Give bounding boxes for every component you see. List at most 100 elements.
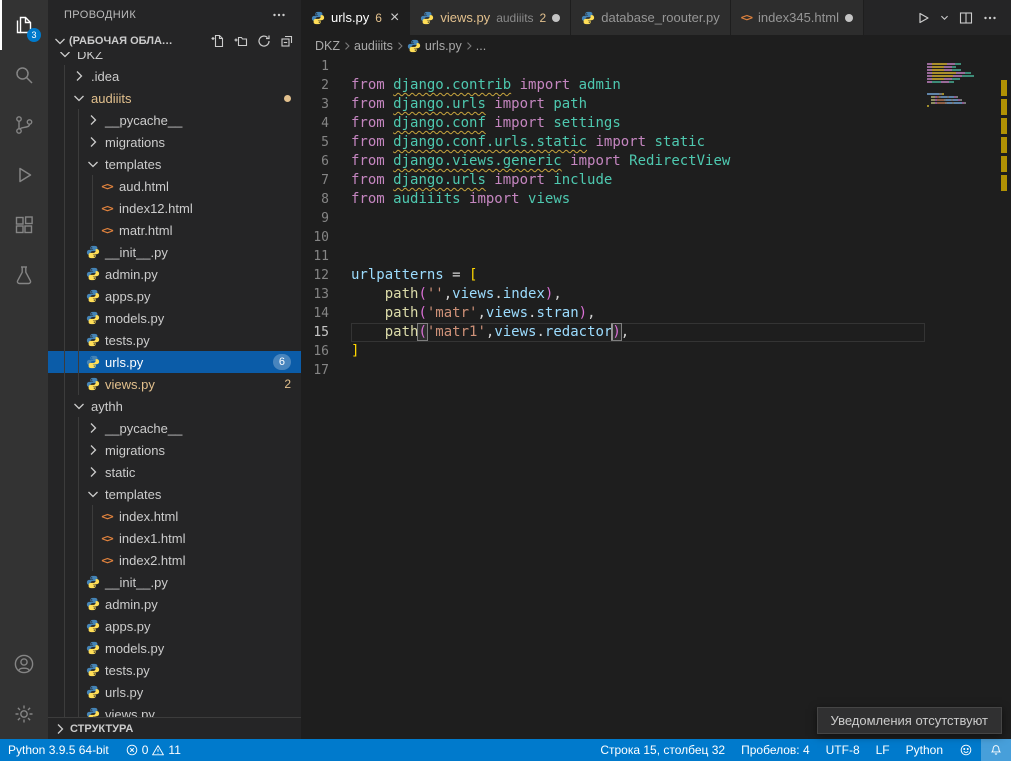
code-line-2[interactable]: 2from django.contrib import admin xyxy=(301,76,925,95)
account-icon[interactable] xyxy=(0,639,48,689)
breadcrumb-item[interactable]: DKZ xyxy=(315,39,340,53)
language-mode-status[interactable]: Python xyxy=(898,739,951,761)
source-control-icon[interactable] xyxy=(0,100,48,150)
new-folder-icon[interactable] xyxy=(231,31,251,51)
code-line-15[interactable]: 15 path('matr1',views.redactor), xyxy=(301,323,925,342)
problems-status[interactable]: 0 11 xyxy=(117,739,189,761)
tree-item-admin.py[interactable]: admin.py xyxy=(48,263,301,285)
tree-item-__init__.py[interactable]: __init__.py xyxy=(48,571,301,593)
search-icon[interactable] xyxy=(0,50,48,100)
code-line-17[interactable]: 17 xyxy=(301,361,925,380)
split-editor-icon[interactable] xyxy=(955,6,977,30)
tree-item-index.html[interactable]: <>index.html xyxy=(48,505,301,527)
python-interpreter-status[interactable]: Python 3.9.5 64-bit xyxy=(0,739,117,761)
collapse-all-icon[interactable] xyxy=(277,31,297,51)
code-line-7[interactable]: 7from django.urls import include xyxy=(301,171,925,190)
code-line-12[interactable]: 12urlpatterns = [ xyxy=(301,266,925,285)
encoding-status[interactable]: UTF-8 xyxy=(818,739,868,761)
indent-guide xyxy=(56,527,70,549)
settings-gear-icon[interactable] xyxy=(0,689,48,739)
tree-item-templates[interactable]: templates xyxy=(48,483,301,505)
testing-icon[interactable] xyxy=(0,250,48,300)
tree-item-tests.py[interactable]: tests.py xyxy=(48,329,301,351)
close-icon[interactable]: × xyxy=(390,11,399,25)
code-token: from xyxy=(351,96,393,112)
indentation-status[interactable]: Пробелов: 4 xyxy=(733,739,818,761)
warning-mark xyxy=(1001,137,1007,153)
tab-urls.py[interactable]: urls.py6× xyxy=(301,0,410,35)
tree-item-models.py[interactable]: models.py xyxy=(48,637,301,659)
code-token: django.views.generic xyxy=(393,153,562,169)
tree-item-label: urls.py xyxy=(105,355,143,370)
explorer-icon[interactable]: 3 xyxy=(0,0,48,50)
workspace-section-header[interactable]: (РАБОЧАЯ ОБЛАСТЬ) ... xyxy=(48,30,301,52)
notifications-bell-icon[interactable] xyxy=(981,739,1011,761)
code-line-16[interactable]: 16] xyxy=(301,342,925,361)
code-line-5[interactable]: 5from django.conf.urls.static import sta… xyxy=(301,133,925,152)
tab-index345.html[interactable]: <>index345.html xyxy=(731,0,864,35)
code-line-8[interactable]: 8from audiiits import views xyxy=(301,190,925,209)
code-editor[interactable]: 12from django.contrib import admin3from … xyxy=(301,57,1011,739)
line-number: 4 xyxy=(301,114,351,133)
code-line-13[interactable]: 13 path('',views.index), xyxy=(301,285,925,304)
breadcrumb-item[interactable]: audiiits xyxy=(354,39,393,53)
overview-ruler[interactable] xyxy=(997,57,1011,739)
tab-label: database_roouter.py xyxy=(601,10,720,25)
extensions-icon[interactable] xyxy=(0,200,48,250)
tab-problems-badge: 2 xyxy=(540,11,547,25)
tree-item-.idea[interactable]: .idea xyxy=(48,65,301,87)
code-line-1[interactable]: 1 xyxy=(301,57,925,76)
minimap-token xyxy=(932,81,940,83)
code-line-4[interactable]: 4from django.conf import settings xyxy=(301,114,925,133)
tree-item-tests.py[interactable]: tests.py xyxy=(48,659,301,681)
code-token: from xyxy=(351,115,393,131)
tree-item-views.py[interactable]: views.py2 xyxy=(48,373,301,395)
chevron-down-icon xyxy=(52,33,68,49)
run-python-file-button[interactable] xyxy=(912,6,934,30)
minimap[interactable] xyxy=(927,59,997,110)
breadcrumb-item[interactable]: ... xyxy=(476,39,486,53)
tree-item-apps.py[interactable]: apps.py xyxy=(48,285,301,307)
outline-section-header[interactable]: СТРУКТУРА xyxy=(48,717,301,739)
tree-item-audiiits[interactable]: audiiits xyxy=(48,87,301,109)
tree-item-aythh[interactable]: aythh xyxy=(48,395,301,417)
new-file-icon[interactable] xyxy=(208,31,228,51)
tab-views.py[interactable]: views.pyaudiiits2 xyxy=(410,0,571,35)
tree-item-migrations[interactable]: migrations xyxy=(48,439,301,461)
code-line-10[interactable]: 10 xyxy=(301,228,925,247)
tree-item-index2.html[interactable]: <>index2.html xyxy=(48,549,301,571)
code-line-14[interactable]: 14 path('matr',views.stran), xyxy=(301,304,925,323)
code-line-6[interactable]: 6from django.views.generic import Redire… xyxy=(301,152,925,171)
run-debug-icon[interactable] xyxy=(0,150,48,200)
tree-item-migrations[interactable]: migrations xyxy=(48,131,301,153)
tree-item-__pycache__[interactable]: __pycache__ xyxy=(48,417,301,439)
tree-item-aud.html[interactable]: <>aud.html xyxy=(48,175,301,197)
breadcrumb-item[interactable]: urls.py xyxy=(407,39,462,53)
editor-more-actions-icon[interactable] xyxy=(979,6,1001,30)
refresh-icon[interactable] xyxy=(254,31,274,51)
tree-item-admin.py[interactable]: admin.py xyxy=(48,593,301,615)
more-actions-icon[interactable] xyxy=(271,7,287,23)
code-line-11[interactable]: 11 xyxy=(301,247,925,266)
cursor-position-status[interactable]: Строка 15, столбец 32 xyxy=(592,739,733,761)
tree-item-static[interactable]: static xyxy=(48,461,301,483)
tree-item-views.py[interactable]: views.py xyxy=(48,703,301,717)
tree-item-__pycache__[interactable]: __pycache__ xyxy=(48,109,301,131)
eol-status[interactable]: LF xyxy=(868,739,898,761)
tree-item-urls.py[interactable]: urls.py xyxy=(48,681,301,703)
code-line-9[interactable]: 9 xyxy=(301,209,925,228)
code-line-3[interactable]: 3from django.urls import path xyxy=(301,95,925,114)
code-token: path xyxy=(385,305,419,321)
tree-item-DKZ[interactable]: DKZ xyxy=(48,52,301,65)
tree-item-__init__.py[interactable]: __init__.py xyxy=(48,241,301,263)
tree-item-models.py[interactable]: models.py xyxy=(48,307,301,329)
feedback-icon[interactable] xyxy=(951,739,981,761)
tree-item-index1.html[interactable]: <>index1.html xyxy=(48,527,301,549)
tree-item-templates[interactable]: templates xyxy=(48,153,301,175)
tree-item-matr.html[interactable]: <>matr.html xyxy=(48,219,301,241)
tree-item-index12.html[interactable]: <>index12.html xyxy=(48,197,301,219)
tree-item-apps.py[interactable]: apps.py xyxy=(48,615,301,637)
tab-database_roouter.py[interactable]: database_roouter.py xyxy=(571,0,731,35)
run-dropdown-chevron-icon[interactable] xyxy=(936,6,953,30)
tree-item-urls.py[interactable]: urls.py6 xyxy=(48,351,301,373)
